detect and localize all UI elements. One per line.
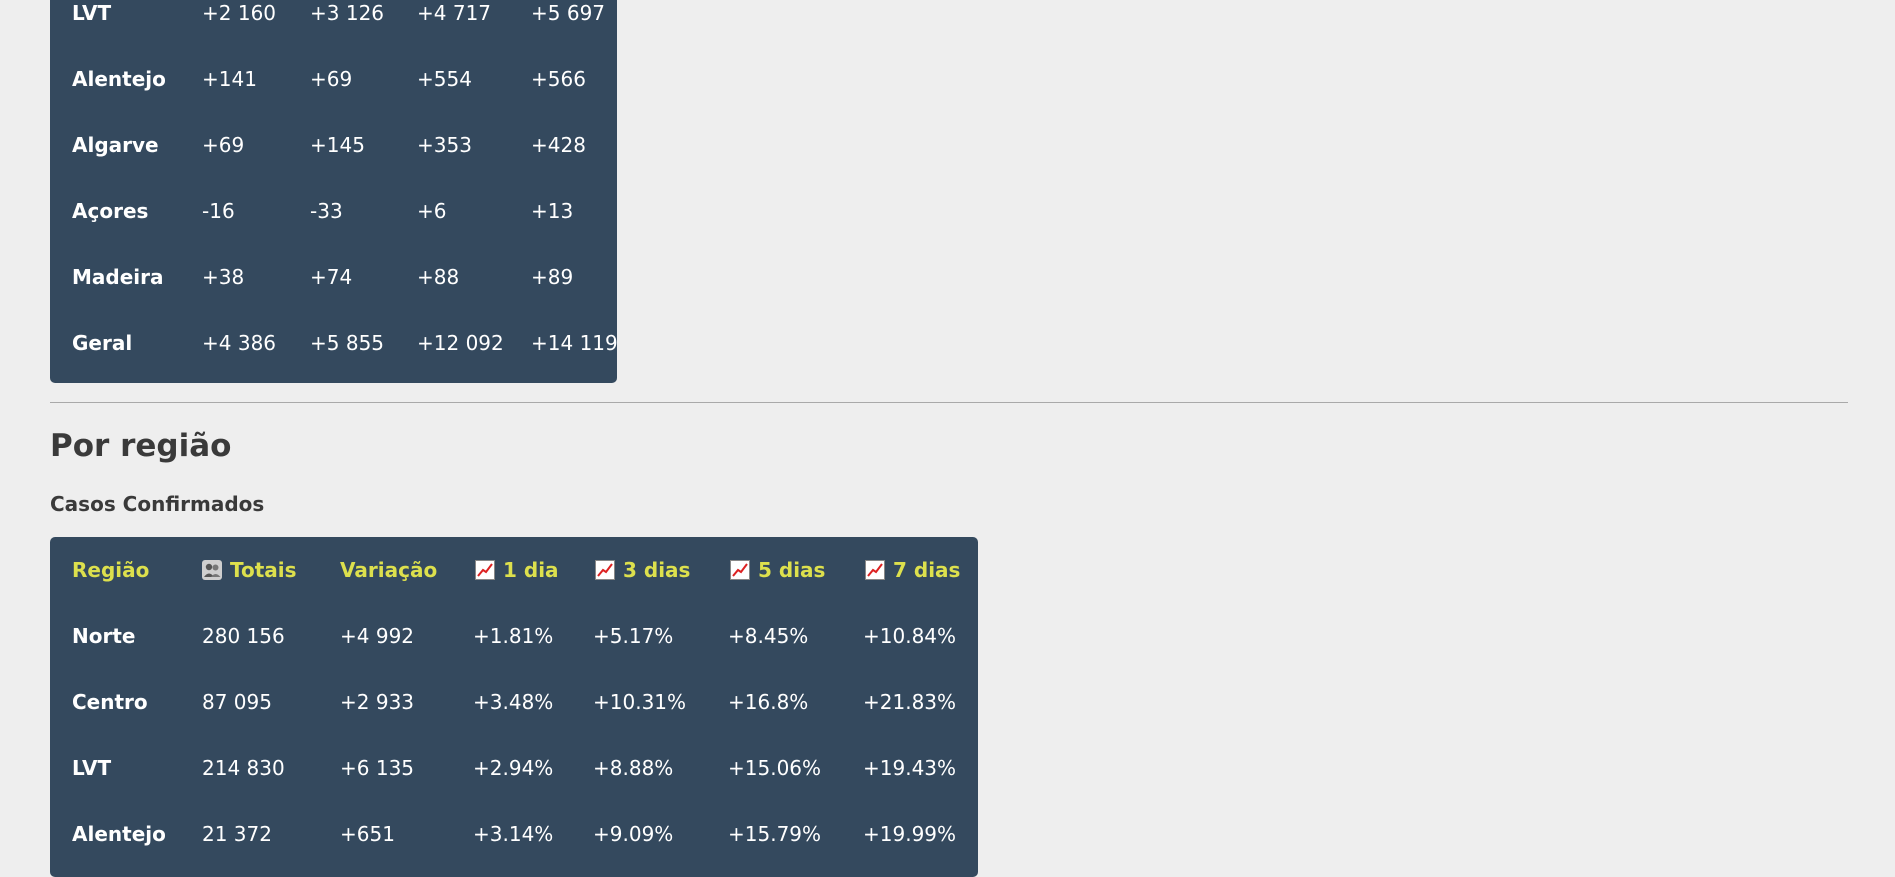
header-5-days: 5 dias — [730, 537, 825, 603]
header-5-days-label: 5 dias — [758, 558, 826, 582]
table-row: Algarve +69 +145 +353 +428 — [50, 112, 617, 178]
row-label: Geral — [72, 331, 133, 355]
section-subtitle: Casos Confirmados — [50, 492, 265, 516]
header-variation: Variação — [340, 558, 438, 582]
cell-value: +3.14% — [473, 822, 554, 846]
row-label: Norte — [72, 624, 136, 648]
chart-increasing-icon — [595, 560, 615, 580]
cell-value: +651 — [340, 822, 395, 846]
cell-value: -16 — [202, 199, 235, 223]
cell-value: +2 160 — [202, 1, 277, 25]
cell-value: +428 — [531, 133, 586, 157]
cell-value: +141 — [202, 67, 257, 91]
cell-value: +15.79% — [728, 822, 822, 846]
cell-value: +2 933 — [340, 690, 415, 714]
cell-value: +3.48% — [473, 690, 554, 714]
cell-value: +145 — [310, 133, 365, 157]
row-label: Centro — [72, 690, 148, 714]
header-region: Região — [72, 558, 150, 582]
cell-value: +12 092 — [417, 331, 504, 355]
cell-value: 280 156 — [202, 624, 285, 648]
cell-value: +8.45% — [728, 624, 809, 648]
cell-value: +9.09% — [593, 822, 674, 846]
cell-value: +88 — [417, 265, 460, 289]
cell-value: +19.99% — [863, 822, 957, 846]
cell-value: +2.94% — [473, 756, 554, 780]
cell-value: +15.06% — [728, 756, 822, 780]
header-3-days-label: 3 dias — [623, 558, 691, 582]
cell-value: 214 830 — [202, 756, 285, 780]
row-label: Alentejo — [72, 822, 166, 846]
people-icon — [202, 560, 222, 580]
cell-value: +1.81% — [473, 624, 554, 648]
cell-value: +6 135 — [340, 756, 415, 780]
header-7-days: 7 dias — [865, 537, 960, 603]
cell-value: 21 372 — [202, 822, 272, 846]
cell-value: +566 — [531, 67, 586, 91]
header-7-days-label: 7 dias — [893, 558, 961, 582]
row-label: Madeira — [72, 265, 164, 289]
header-1-day: 1 dia — [475, 537, 559, 603]
table-row: Madeira +38 +74 +88 +89 — [50, 244, 617, 310]
region-cases-table: Região Totais Variação 1 dia 3 dias 5 di… — [50, 537, 978, 877]
header-totals: Totais — [202, 537, 297, 603]
cell-value: +5 855 — [310, 331, 385, 355]
row-label: LVT — [72, 756, 112, 780]
cell-value: +19.43% — [863, 756, 957, 780]
table-row: Alentejo +141 +69 +554 +566 — [50, 46, 617, 112]
cell-value: +554 — [417, 67, 472, 91]
chart-increasing-icon — [865, 560, 885, 580]
daily-variation-table: LVT +2 160 +3 126 +4 717 +5 697 Alentejo… — [50, 0, 618, 383]
chart-increasing-icon — [475, 560, 495, 580]
cell-value: +3 126 — [310, 1, 385, 25]
cell-value: +69 — [310, 67, 353, 91]
cell-value: +89 — [531, 265, 574, 289]
cell-value: +5.17% — [593, 624, 674, 648]
row-label: LVT — [72, 1, 112, 25]
cell-value: -33 — [310, 199, 343, 223]
section-title: Por região — [50, 428, 232, 464]
header-1-day-label: 1 dia — [503, 558, 559, 582]
row-label: Alentejo — [72, 67, 166, 91]
cell-value: +10.84% — [863, 624, 957, 648]
table-row: Norte 280 156 +4 992 +1.81% +5.17% +8.45… — [50, 603, 978, 669]
cell-value: +21.83% — [863, 690, 957, 714]
chart-increasing-icon — [730, 560, 750, 580]
table-row: Centro 87 095 +2 933 +3.48% +10.31% +16.… — [50, 669, 978, 735]
table-row: Açores -16 -33 +6 +13 — [50, 178, 617, 244]
cell-value: +74 — [310, 265, 353, 289]
cell-value: +353 — [417, 133, 472, 157]
cell-value: +8.88% — [593, 756, 674, 780]
cell-value: +5 697 — [531, 1, 606, 25]
row-label: Açores — [72, 199, 149, 223]
cell-value: +16.8% — [728, 690, 809, 714]
cell-value: +69 — [202, 133, 245, 157]
cell-value: 87 095 — [202, 690, 272, 714]
cell-value: +6 — [417, 199, 447, 223]
cell-value: +4 386 — [202, 331, 277, 355]
section-divider — [50, 402, 1848, 403]
row-label: Algarve — [72, 133, 159, 157]
cell-value: +38 — [202, 265, 245, 289]
table-row: Alentejo 21 372 +651 +3.14% +9.09% +15.7… — [50, 801, 978, 867]
header-3-days: 3 dias — [595, 537, 690, 603]
table-header-row: Região Totais Variação 1 dia 3 dias 5 di… — [50, 537, 978, 603]
cell-value: +4 717 — [417, 1, 492, 25]
cell-value: +14 119 — [531, 331, 618, 355]
table-row: LVT 214 830 +6 135 +2.94% +8.88% +15.06%… — [50, 735, 978, 801]
header-totals-label: Totais — [230, 558, 297, 582]
table-row: Geral +4 386 +5 855 +12 092 +14 119 — [50, 310, 618, 376]
cell-value: +4 992 — [340, 624, 415, 648]
table-row: LVT +2 160 +3 126 +4 717 +5 697 — [50, 0, 617, 46]
cell-value: +13 — [531, 199, 574, 223]
cell-value: +10.31% — [593, 690, 687, 714]
